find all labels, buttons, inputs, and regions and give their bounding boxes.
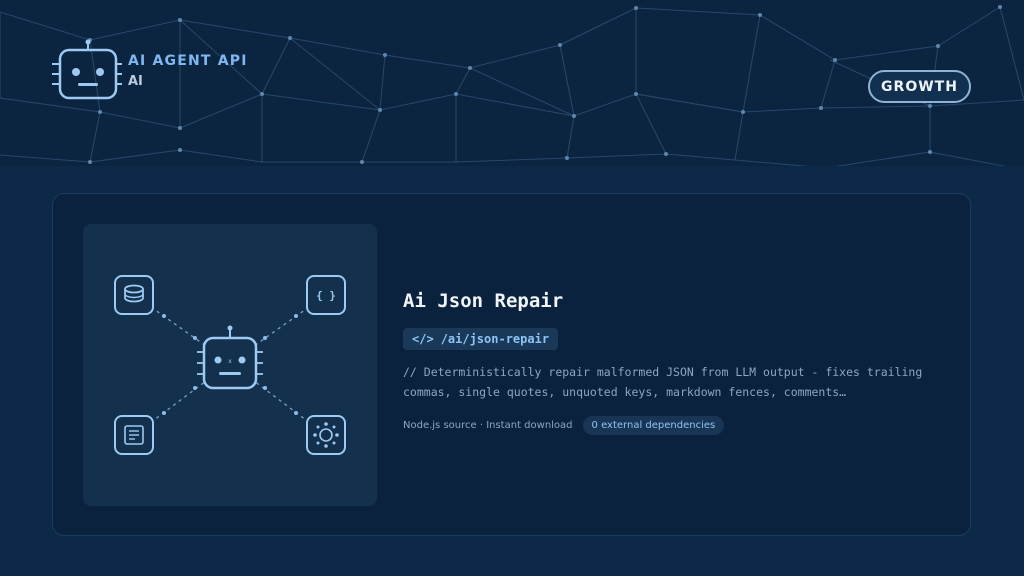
endpoint-badge[interactable]: </> /ai/json-repair	[403, 328, 559, 350]
robot-logo-icon	[52, 39, 122, 100]
brand-title: AI AGENT API	[128, 52, 248, 69]
document-icon	[114, 415, 154, 455]
endpoint-path: /ai/json-repair	[440, 332, 550, 346]
illustration-graphic: { } x	[114, 275, 346, 455]
brand-text: AI AGENT API AI	[128, 52, 248, 89]
dependencies-badge: 0 external dependencies	[582, 416, 725, 435]
database-icon	[114, 275, 154, 315]
product-info: Ai Json Repair </> /ai/json-repair // De…	[403, 290, 943, 435]
svg-text:x: x	[228, 358, 232, 365]
meta-text: Node.js source · Instant download	[403, 420, 573, 431]
header: AI AGENT API AI GROWTH	[0, 0, 1024, 166]
product-illustration: { } x	[83, 224, 377, 506]
brand[interactable]: AI AGENT API AI	[50, 38, 248, 102]
product-description: // Deterministically repair malformed JS…	[403, 362, 943, 402]
json-braces-icon: { }	[306, 275, 346, 315]
description-line-1: // Deterministically repair malformed JS…	[403, 365, 923, 379]
product-meta: Node.js source · Instant download 0 exte…	[403, 416, 943, 435]
description-line-2: commas, single quotes, unquoted keys, ma…	[403, 385, 847, 399]
product-title[interactable]: Ai Json Repair	[403, 290, 943, 312]
brand-subtitle: AI	[128, 73, 143, 89]
robot-icon: x	[197, 325, 263, 390]
network-hub-icon	[306, 415, 346, 455]
braces-text: { }	[316, 289, 336, 302]
code-icon: </>	[412, 332, 434, 346]
growth-button[interactable]: GROWTH	[868, 70, 971, 103]
product-card[interactable]: { } x Ai Json Repair </> /ai/json-repair…	[52, 193, 971, 536]
